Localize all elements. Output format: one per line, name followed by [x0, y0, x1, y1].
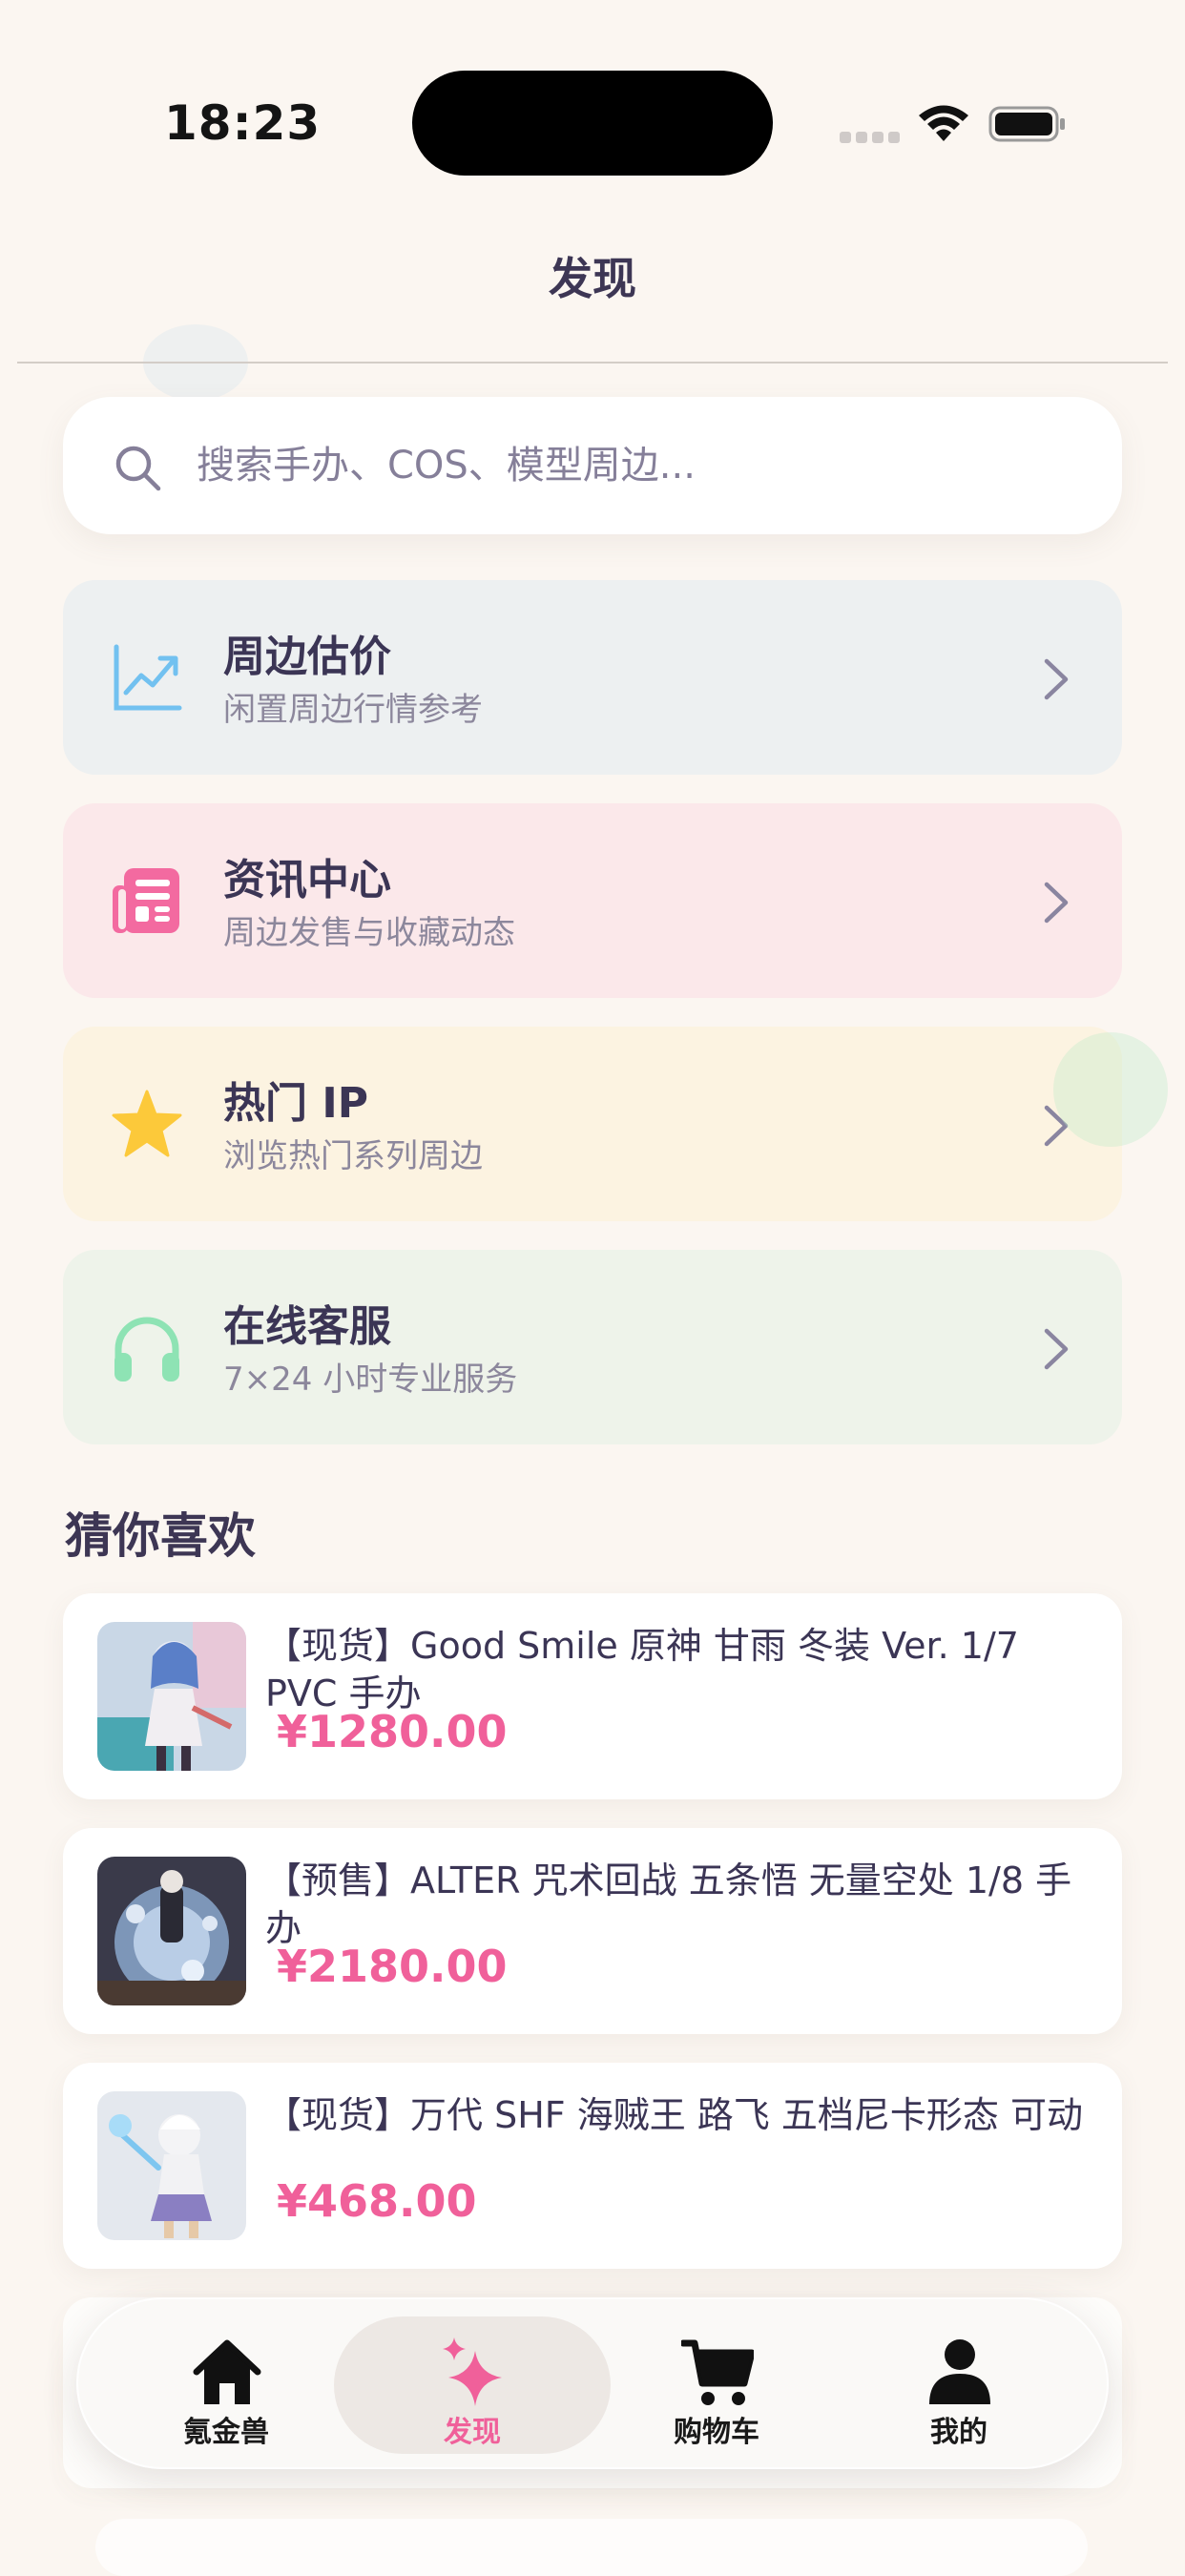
page-title: 发现	[549, 253, 636, 304]
wifi-icon	[919, 105, 968, 141]
feature-card-news-center[interactable]: 资讯中心 周边发售与收藏动态	[63, 803, 1122, 998]
tab-label: 发现	[444, 2416, 501, 2449]
product-price: ¥2180.00	[277, 1941, 508, 1992]
section-title: 猜你喜欢	[65, 1508, 256, 1564]
tab-label: 我的	[930, 2416, 988, 2449]
headphones-icon	[114, 1317, 179, 1381]
tab-profile[interactable]: 我的	[840, 2299, 1078, 2471]
feature-card-title: 在线客服	[223, 1302, 391, 1351]
product-image	[97, 1622, 246, 1771]
product-title: 【预售】ALTER 咒术回战 五条悟 无量空处 1/8 手办	[265, 1859, 1072, 1949]
search-input[interactable]	[197, 427, 1055, 504]
chart-line-icon	[114, 644, 182, 711]
feature-card-price-estimate[interactable]: 周边估价 闲置周边行情参考	[63, 580, 1122, 775]
feature-card-title: 热门 IP	[223, 1079, 368, 1128]
sparkle-icon	[443, 2337, 502, 2406]
product-title: 【现货】Good Smile 原神 甘雨 冬装 Ver. 1/7 PVC 手办	[265, 1625, 1019, 1714]
tab-label: 氪金兽	[183, 2416, 269, 2449]
feature-card-subtitle: 7×24 小时专业服务	[223, 1361, 518, 1399]
chevron-right-icon	[1044, 658, 1069, 700]
product-card[interactable]: 【现货】Good Smile 原神 甘雨 冬装 Ver. 1/7 PVC 手办 …	[63, 1593, 1122, 1799]
product-card[interactable]: 【现货】万代 SHF 海贼王 路飞 五档尼卡形态 可动 ¥468.00	[63, 2063, 1122, 2269]
cellular-signal-icon	[840, 132, 900, 143]
product-price: ¥468.00	[277, 2175, 477, 2227]
feature-card-customer-service[interactable]: 在线客服 7×24 小时专业服务	[63, 1250, 1122, 1444]
feature-card-subtitle: 周边发售与收藏动态	[223, 914, 515, 952]
tab-cart[interactable]: 购物车	[597, 2299, 836, 2471]
product-card[interactable]: 【预售】ALTER 咒术回战 五条悟 无量空处 1/8 手办 ¥2180.00	[63, 1828, 1122, 2034]
feature-card-subtitle: 浏览热门系列周边	[223, 1137, 483, 1175]
product-title: 【现货】万代 SHF 海贼王 路飞 五档尼卡形态 可动	[265, 2094, 1083, 2136]
status-time: 18:23	[164, 95, 322, 151]
star-icon	[112, 1090, 182, 1157]
tab-label: 购物车	[674, 2416, 759, 2449]
product-card[interactable]	[95, 2519, 1088, 2576]
nav-divider	[17, 362, 1168, 364]
tab-discover[interactable]: 发现	[353, 2299, 592, 2471]
feature-card-title: 资讯中心	[223, 856, 391, 904]
background-decoration	[1053, 1032, 1168, 1147]
feature-card-hot-ip[interactable]: 热门 IP 浏览热门系列周边	[63, 1027, 1122, 1221]
dynamic-island	[412, 71, 773, 176]
chevron-right-icon	[1044, 1328, 1069, 1370]
cart-icon	[681, 2339, 754, 2405]
product-image	[97, 1857, 246, 2005]
product-price: ¥1280.00	[277, 1706, 508, 1757]
feature-card-title: 周边估价	[223, 633, 391, 681]
product-image	[97, 2091, 246, 2240]
tab-home[interactable]: 氪金兽	[107, 2299, 345, 2471]
person-icon	[929, 2339, 990, 2404]
home-icon	[193, 2339, 261, 2404]
tab-bar: 氪金兽 发现 购物车 我的	[76, 2297, 1109, 2469]
battery-icon	[988, 106, 1065, 142]
feature-card-subtitle: 闲置周边行情参考	[223, 691, 483, 729]
search-icon	[115, 446, 161, 491]
chevron-right-icon	[1044, 882, 1069, 924]
newspaper-icon	[113, 868, 179, 933]
